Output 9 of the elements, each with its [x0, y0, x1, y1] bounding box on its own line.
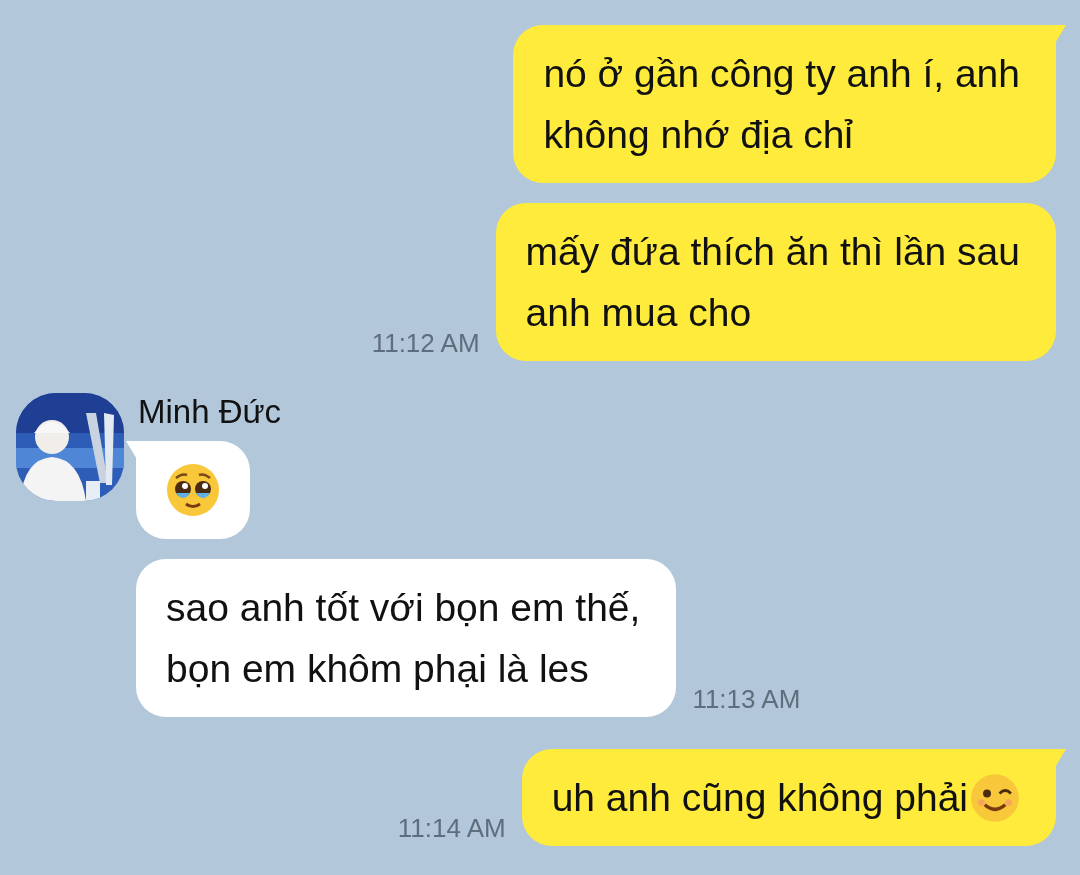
message-text: mấy đứa thích ăn thì lần sau anh mua cho: [525, 229, 1020, 336]
message-text: nó ở gần công ty anh í, anh không nhớ địa chỉ: [543, 51, 1020, 158]
message-time: 11:13 AM: [692, 684, 801, 715]
message-time: 11:14 AM: [397, 813, 506, 844]
pleading-face-icon: [166, 463, 220, 517]
message-text: uh anh cũng không phải: [551, 775, 968, 821]
message-time: 11:12 AM: [371, 328, 480, 359]
sender-name: Minh Đức: [138, 393, 282, 431]
message-text: sao anh tốt với bọn em thế, bọn em khôm phại là les: [166, 585, 641, 692]
